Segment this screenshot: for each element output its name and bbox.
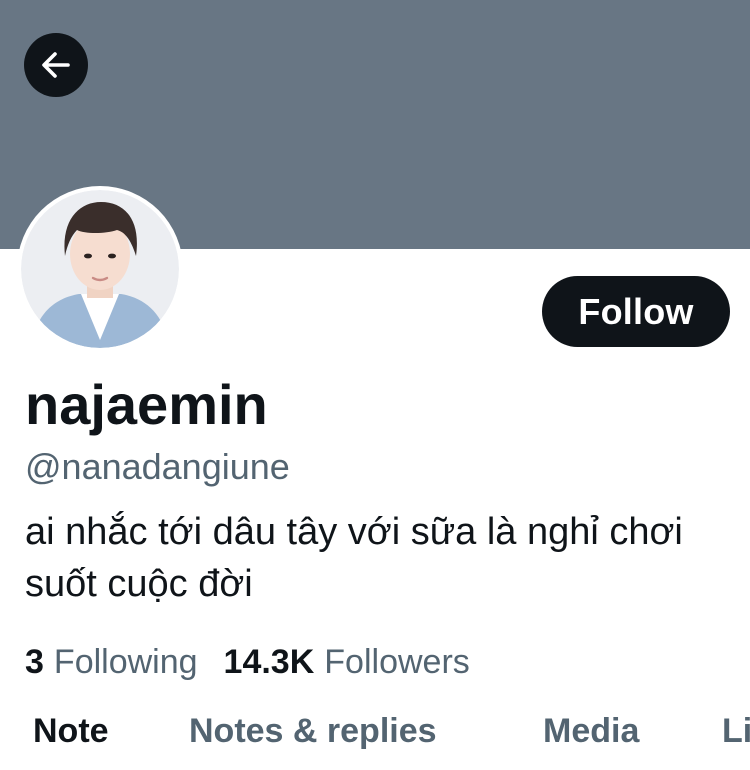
back-button[interactable] xyxy=(24,33,88,97)
follow-button[interactable]: Follow xyxy=(542,276,730,347)
tab-likes[interactable]: Li xyxy=(722,708,750,754)
profile-stats: 3 Following 14.3K Followers xyxy=(25,640,470,684)
user-handle: @nanadangiune xyxy=(25,446,290,487)
followers-label: Followers xyxy=(324,643,470,681)
followers-stat[interactable]: 14.3K Followers xyxy=(224,640,470,684)
display-name: najaemin xyxy=(25,373,268,436)
profile-tabs: Note Notes & replies Media Li xyxy=(0,708,750,758)
profile-bio: ai nhắc tới dâu tây với sữa là nghỉ chơi… xyxy=(25,511,683,605)
following-count: 3 xyxy=(25,643,44,681)
following-label: Following xyxy=(53,643,198,681)
arrow-left-icon xyxy=(38,47,74,83)
following-stat[interactable]: 3 Following xyxy=(25,640,198,684)
avatar[interactable] xyxy=(17,186,183,352)
tab-media[interactable]: Media xyxy=(543,708,639,754)
profile-page: Follow najaemin @nanadangiune ai nhắc tớ… xyxy=(0,0,750,770)
followers-count: 14.3K xyxy=(223,643,315,681)
avatar-image xyxy=(21,190,179,348)
tab-notes-replies[interactable]: Notes & replies xyxy=(189,708,437,754)
tab-note[interactable]: Note xyxy=(33,708,109,754)
